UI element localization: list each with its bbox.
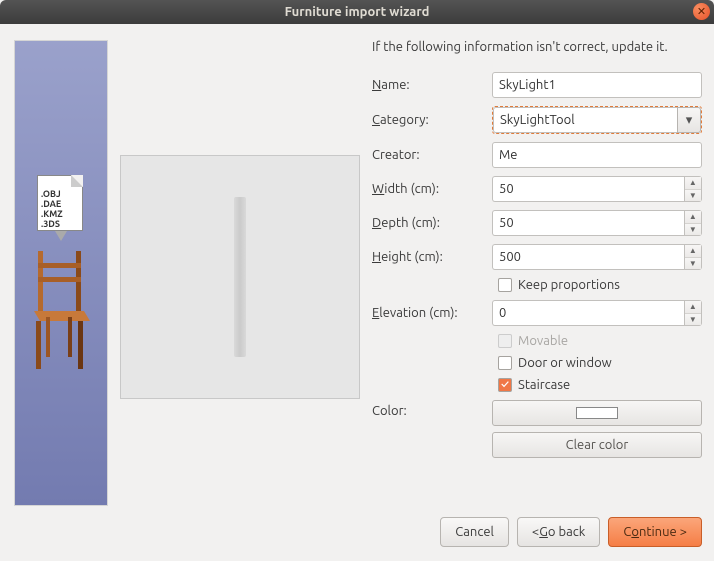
continue-button[interactable]: Continue > bbox=[608, 517, 702, 547]
clear-color-button[interactable]: Clear color bbox=[492, 432, 702, 458]
category-label: Category: bbox=[372, 113, 484, 127]
go-back-button[interactable]: < Go back bbox=[517, 517, 600, 547]
width-spinner[interactable]: ▲▼ bbox=[492, 176, 702, 202]
window-title: Furniture import wizard bbox=[285, 5, 430, 19]
creator-input[interactable] bbox=[492, 142, 702, 168]
width-input[interactable] bbox=[492, 176, 684, 202]
door-window-label: Door or window bbox=[518, 356, 612, 370]
keep-proportions-row: Keep proportions bbox=[492, 278, 702, 292]
model-preview bbox=[120, 155, 360, 399]
spin-up-icon[interactable]: ▲ bbox=[685, 301, 701, 314]
elevation-input[interactable] bbox=[492, 300, 684, 326]
spin-down-icon[interactable]: ▼ bbox=[685, 224, 701, 236]
width-label: Width (cm): bbox=[372, 182, 484, 196]
spin-down-icon[interactable]: ▼ bbox=[685, 314, 701, 326]
movable-row: Movable bbox=[492, 334, 702, 348]
color-label: Color: bbox=[372, 400, 484, 418]
staircase-label: Staircase bbox=[518, 378, 570, 392]
staircase-row: Staircase bbox=[492, 378, 702, 392]
elevation-label: Elevation (cm): bbox=[372, 306, 484, 320]
keep-proportions-label: Keep proportions bbox=[518, 278, 620, 292]
preview-object bbox=[234, 197, 246, 357]
creator-label: Creator: bbox=[372, 148, 484, 162]
spin-down-icon[interactable]: ▼ bbox=[685, 190, 701, 202]
title-bar: Furniture import wizard ✕ bbox=[0, 0, 714, 24]
movable-checkbox bbox=[498, 334, 512, 348]
spin-down-icon[interactable]: ▼ bbox=[685, 258, 701, 270]
movable-label: Movable bbox=[518, 334, 568, 348]
file-formats-label: .OBJ .DAE .KMZ .3DS bbox=[41, 189, 63, 229]
spin-up-icon[interactable]: ▲ bbox=[685, 245, 701, 258]
category-combobox[interactable]: ▾ bbox=[492, 106, 702, 134]
door-window-checkbox[interactable] bbox=[498, 356, 512, 370]
door-window-row: Door or window bbox=[492, 356, 702, 370]
dialog-content: .OBJ .DAE .KMZ .3DS If the following inf… bbox=[0, 24, 714, 517]
side-illustration: .OBJ .DAE .KMZ .3DS bbox=[14, 40, 108, 506]
close-icon[interactable]: ✕ bbox=[693, 3, 710, 20]
cancel-button[interactable]: Cancel bbox=[440, 517, 509, 547]
height-spinner[interactable]: ▲▼ bbox=[492, 244, 702, 270]
staircase-checkbox[interactable] bbox=[498, 378, 512, 392]
category-input[interactable] bbox=[493, 107, 677, 133]
dialog-footer: Cancel < Go back Continue > bbox=[0, 517, 714, 559]
arrow-down-icon bbox=[55, 231, 67, 241]
chair-icon bbox=[32, 251, 92, 371]
spin-up-icon[interactable]: ▲ bbox=[685, 177, 701, 190]
elevation-spinner[interactable]: ▲▼ bbox=[492, 300, 702, 326]
color-button[interactable] bbox=[492, 400, 702, 426]
depth-label: Depth (cm): bbox=[372, 216, 484, 230]
height-label: Height (cm): bbox=[372, 250, 484, 264]
color-swatch bbox=[576, 407, 618, 419]
name-input[interactable] bbox=[492, 72, 702, 98]
depth-input[interactable] bbox=[492, 210, 684, 236]
file-fold-icon bbox=[71, 175, 83, 187]
instruction-text: If the following information isn't corre… bbox=[372, 40, 702, 58]
height-input[interactable] bbox=[492, 244, 684, 270]
name-label: Name: bbox=[372, 78, 484, 92]
keep-proportions-checkbox[interactable] bbox=[498, 278, 512, 292]
combobox-toggle-icon[interactable]: ▾ bbox=[677, 107, 701, 133]
depth-spinner[interactable]: ▲▼ bbox=[492, 210, 702, 236]
spin-up-icon[interactable]: ▲ bbox=[685, 211, 701, 224]
